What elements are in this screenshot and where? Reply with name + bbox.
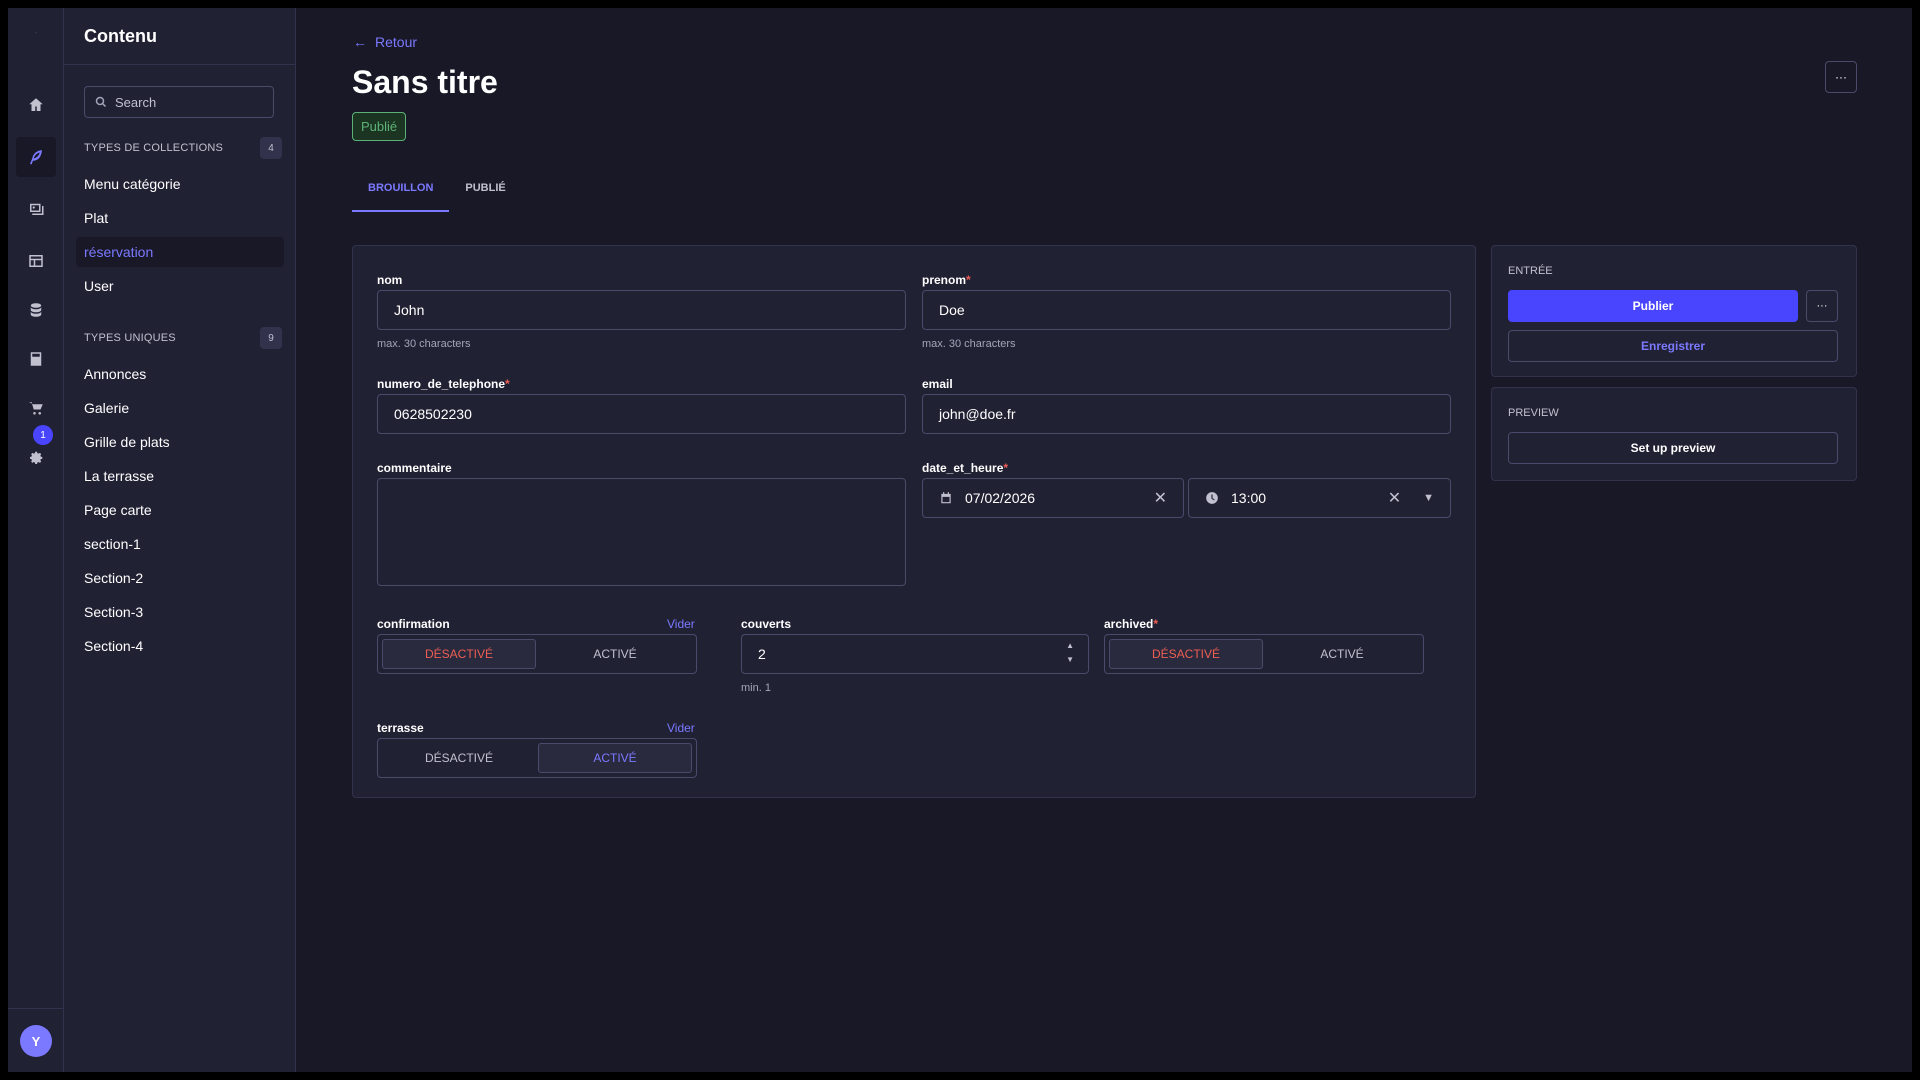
content-manager-feather-icon[interactable]: [16, 137, 56, 177]
nav-item-menu-categorie[interactable]: Menu catégorie: [76, 169, 284, 199]
app-logo: -: [34, 30, 38, 37]
search-icon: [95, 96, 107, 108]
user-avatar[interactable]: Y: [20, 1025, 52, 1057]
nom-input[interactable]: John: [377, 290, 906, 330]
nav-item-page-carte[interactable]: Page carte: [76, 495, 284, 525]
edit-form-card: nom John max. 30 characters prenom* Doe …: [352, 245, 1476, 798]
save-button[interactable]: Enregistrer: [1508, 330, 1838, 362]
date-et-heure-label: date_et_heure*: [922, 461, 1009, 475]
home-icon[interactable]: [16, 85, 56, 125]
collection-types-count: 4: [260, 137, 282, 159]
nav-item-plat[interactable]: Plat: [76, 203, 284, 233]
clear-date-icon[interactable]: ✕: [1154, 488, 1167, 508]
nom-hint: max. 30 characters: [377, 338, 471, 350]
confirmation-toggle: DÉSACTIVÉ ACTIVÉ: [377, 634, 697, 674]
terrasse-label: terrasse: [377, 721, 424, 735]
nav-item-user[interactable]: User: [76, 271, 284, 301]
confirmation-label: confirmation: [377, 617, 450, 631]
back-label: Retour: [375, 34, 418, 50]
version-tabs: BROUILLON PUBLIÉ: [352, 178, 522, 212]
nav-item-section-3[interactable]: Section-3: [76, 597, 284, 627]
time-picker-input[interactable]: 13:00 ✕ ▼: [1188, 478, 1451, 518]
content-subnav: Contenu TYPES DE COLLECTIONS 4 Menu caté…: [64, 8, 296, 1072]
nav-item-la-terrasse[interactable]: La terrasse: [76, 461, 284, 491]
telephone-input[interactable]: 0628502230: [377, 394, 906, 434]
archived-label: archived*: [1104, 617, 1159, 631]
archived-off-option[interactable]: DÉSACTIVÉ: [1109, 639, 1263, 669]
content-type-builder-icon[interactable]: [16, 241, 56, 281]
main-nav-rail: - 1 Y: [8, 8, 64, 1072]
subnav-divider: [64, 64, 296, 65]
nav-item-annonces[interactable]: Annonces: [76, 359, 284, 389]
nom-label: nom: [377, 273, 403, 287]
entry-panel: ENTRÉE Publier ··· Enregistrer: [1491, 245, 1857, 377]
confirmation-off-option[interactable]: DÉSACTIVÉ: [382, 639, 536, 669]
subnav-title: Contenu: [84, 26, 157, 46]
chevron-down-icon[interactable]: ▼: [1423, 492, 1434, 504]
plugin-book-icon[interactable]: [16, 339, 56, 379]
collection-types-heading[interactable]: TYPES DE COLLECTIONS: [84, 142, 223, 154]
clear-time-icon[interactable]: ✕: [1388, 488, 1401, 508]
nav-item-grille-de-plats[interactable]: Grille de plats: [76, 427, 284, 457]
prenom-hint: max. 30 characters: [922, 338, 1016, 350]
email-input[interactable]: john@doe.fr: [922, 394, 1451, 434]
rail-divider: [8, 1008, 64, 1009]
number-stepper: ▲ ▼: [1066, 641, 1074, 665]
nav-item-reservation[interactable]: réservation: [76, 237, 284, 267]
nav-item-section-4[interactable]: Section-4: [76, 631, 284, 661]
clock-icon: [1205, 491, 1219, 505]
commentaire-label: commentaire: [377, 461, 452, 475]
nav-item-section-1[interactable]: section-1: [76, 529, 284, 559]
single-types-heading[interactable]: TYPES UNIQUES: [84, 332, 176, 344]
preview-panel-title: PREVIEW: [1508, 407, 1559, 419]
commentaire-textarea[interactable]: [377, 478, 906, 586]
setup-preview-button[interactable]: Set up preview: [1508, 432, 1838, 464]
couverts-hint: min. 1: [741, 682, 771, 694]
archived-on-option[interactable]: ACTIVÉ: [1265, 639, 1419, 669]
back-link[interactable]: ← Retour: [353, 34, 417, 50]
confirmation-on-option[interactable]: ACTIVÉ: [538, 639, 692, 669]
nav-item-section-2[interactable]: Section-2: [76, 563, 284, 593]
tab-publie[interactable]: PUBLIÉ: [449, 178, 521, 212]
database-icon[interactable]: [16, 290, 56, 330]
date-picker-input[interactable]: 07/02/2026 ✕: [922, 478, 1184, 518]
email-label: email: [922, 377, 953, 391]
decrement-icon[interactable]: ▼: [1066, 655, 1074, 665]
prenom-input[interactable]: Doe: [922, 290, 1451, 330]
marketplace-cart-icon[interactable]: [16, 388, 56, 428]
app-window: - 1 Y Contenu Search TYPES DE COLLECTION…: [8, 8, 1912, 1072]
more-actions-button[interactable]: ···: [1825, 61, 1857, 93]
arrow-left-icon: ←: [353, 34, 367, 50]
terrasse-off-option[interactable]: DÉSACTIVÉ: [382, 743, 536, 773]
single-types-count: 9: [260, 327, 282, 349]
tab-brouillon[interactable]: BROUILLON: [352, 178, 450, 212]
confirmation-clear-link[interactable]: Vider: [667, 617, 695, 631]
search-box: [84, 86, 274, 118]
telephone-label: numero_de_telephone*: [377, 377, 510, 391]
terrasse-on-option[interactable]: ACTIVÉ: [538, 743, 692, 773]
status-badge: Publié: [352, 112, 407, 141]
preview-panel: PREVIEW Set up preview: [1491, 387, 1857, 481]
calendar-icon: [939, 491, 953, 505]
settings-gear-icon[interactable]: [16, 438, 56, 478]
couverts-label: couverts: [741, 617, 792, 631]
entry-panel-title: ENTRÉE: [1508, 265, 1553, 277]
entry-more-button[interactable]: ···: [1806, 290, 1838, 322]
increment-icon[interactable]: ▲: [1066, 641, 1074, 651]
terrasse-clear-link[interactable]: Vider: [667, 721, 695, 735]
page-title: Sans titre: [352, 64, 498, 100]
prenom-label: prenom*: [922, 273, 971, 287]
terrasse-toggle: DÉSACTIVÉ ACTIVÉ: [377, 738, 697, 778]
notification-badge: 1: [33, 425, 53, 445]
nav-item-galerie[interactable]: Galerie: [76, 393, 284, 423]
search-input[interactable]: [115, 94, 265, 110]
media-library-icon[interactable]: [16, 189, 56, 229]
archived-toggle: DÉSACTIVÉ ACTIVÉ: [1104, 634, 1424, 674]
couverts-number-input[interactable]: 2 ▲ ▼: [741, 634, 1089, 674]
publish-button[interactable]: Publier: [1508, 290, 1798, 322]
